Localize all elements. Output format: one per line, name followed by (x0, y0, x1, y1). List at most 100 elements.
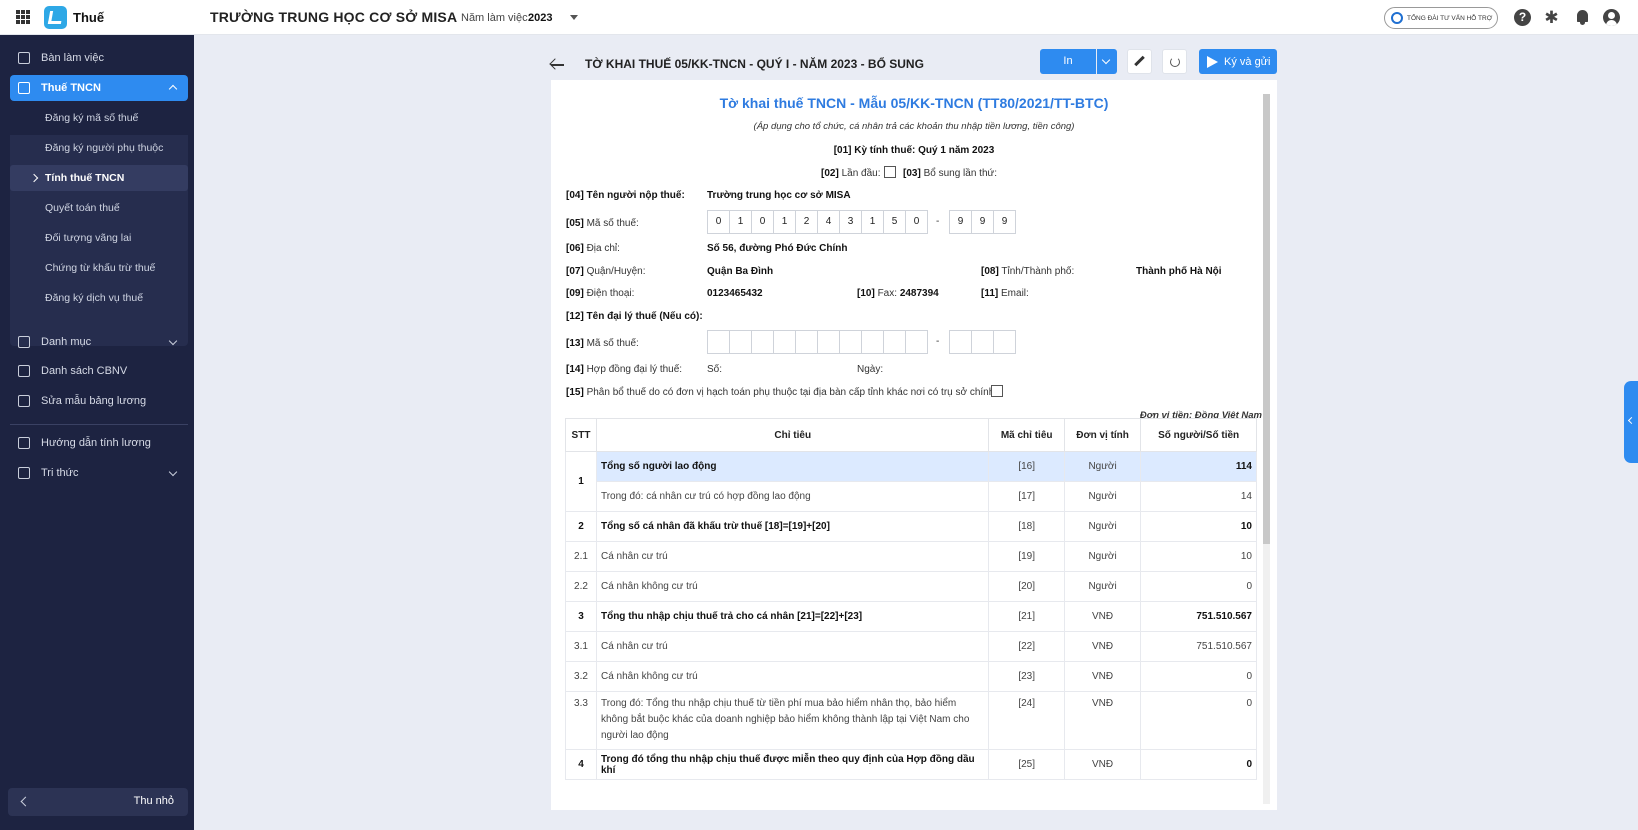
table-row[interactable]: 2.2 Cá nhân không cư trú [20] Người 0 (565, 571, 1257, 602)
tax-code-digit[interactable]: 0 (707, 210, 730, 234)
submenu-item-register-tax-code[interactable]: Đăng ký mã số thuế (10, 105, 188, 131)
row-code: [20] (988, 571, 1065, 602)
tax-code-digit[interactable]: 2 (795, 210, 818, 234)
table-row[interactable]: 4 Trong đó tổng thu nhập chịu thuế được … (565, 749, 1257, 780)
table-row[interactable]: 2.1 Cá nhân cư trú [19] Người 10 (565, 541, 1257, 572)
chevron-down-icon[interactable] (570, 15, 578, 20)
sidebar-item-tax[interactable]: Thuế TNCN (10, 75, 188, 101)
sidebar: Bàn làm việc Thuế TNCN Đăng ký mã số thu… (0, 35, 194, 830)
back-arrow-icon[interactable] (549, 58, 564, 71)
refresh-button[interactable] (1162, 49, 1187, 74)
row-indicator: Cá nhân cư trú (595, 631, 990, 662)
field-label: Lần đầu: (841, 168, 881, 179)
collapse-sidebar-button[interactable]: Thu nhỏ (8, 788, 188, 816)
sign-and-send-button[interactable]: Ký và gửi (1199, 49, 1277, 74)
tax-code-digit[interactable]: 5 (883, 210, 906, 234)
app-name: Thuế (73, 10, 105, 25)
agent-tax-code-suffix-digit[interactable] (949, 330, 972, 354)
row-value[interactable]: 0 (1140, 749, 1257, 780)
tax-code-digit[interactable]: 0 (905, 210, 928, 234)
table-row[interactable]: 3 Tổng thu nhập chịu thuế trả cho cá nhâ… (565, 601, 1257, 632)
agent-tax-code-digit[interactable] (751, 330, 774, 354)
bell-icon[interactable] (1574, 9, 1591, 26)
field-code: [11] (981, 288, 999, 299)
tax-code-digit[interactable]: 3 (839, 210, 862, 234)
print-button[interactable]: In (1040, 49, 1096, 74)
tax-code-suffix-digit[interactable]: 9 (971, 210, 994, 234)
sidebar-item-label: Danh sách CBNV (41, 365, 128, 377)
tax-allocation-checkbox[interactable] (991, 385, 1003, 397)
working-year-select[interactable]: 2023 (528, 12, 552, 24)
sidebar-item-employees[interactable]: Danh sách CBNV (10, 358, 188, 384)
support-hotline-button[interactable]: TỔNG ĐÀI TƯ VẤN HỖ TRỢ (1384, 7, 1498, 29)
row-code: [23] (988, 661, 1065, 692)
settings-doc-icon (18, 395, 30, 407)
row-value[interactable]: 0 (1140, 571, 1257, 602)
agent-tax-code-digit[interactable] (795, 330, 818, 354)
sidebar-item-knowledge[interactable]: Tri thức (10, 460, 188, 486)
submenu-item-tax-service[interactable]: Đăng ký dịch vụ thuế (10, 285, 188, 311)
submenu-item-tax-finalization[interactable]: Quyết toán thuế (10, 195, 188, 221)
column-header: STT (565, 418, 597, 452)
table-row[interactable]: Trong đó: cá nhân cư trú có hợp đồng lao… (566, 481, 1257, 512)
first-time-label: [02] Lần đầu: (821, 168, 881, 179)
scrollbar-thumb[interactable] (1263, 94, 1270, 544)
tax-code-suffix-digit[interactable]: 9 (993, 210, 1016, 234)
sidebar-item-payroll-template[interactable]: Sửa mẫu bảng lương (10, 388, 188, 414)
agent-tax-code-suffix-digit[interactable] (993, 330, 1016, 354)
print-options-button[interactable] (1097, 49, 1117, 74)
row-value[interactable]: 0 (1140, 661, 1257, 692)
row-value[interactable]: 751.510.567 (1140, 601, 1257, 632)
tax-code-digit[interactable]: 1 (773, 210, 796, 234)
sidebar-item-salary-guide[interactable]: Hướng dẫn tính lương (10, 430, 188, 456)
tax-code-suffix-digit[interactable]: 9 (949, 210, 972, 234)
help-icon[interactable]: ? (1514, 9, 1531, 26)
table-row[interactable]: 2 Tổng số cá nhân đã khấu trừ thuế [18]=… (565, 511, 1257, 542)
row-value[interactable]: 10 (1140, 541, 1257, 572)
first-time-checkbox[interactable] (884, 166, 896, 178)
submenu-item-non-resident[interactable]: Đối tượng vãng lai (10, 225, 188, 251)
edit-button[interactable] (1127, 49, 1152, 74)
table-row[interactable]: 1 Tổng số người lao động [16] Người 114 (565, 451, 1257, 512)
row-unit: VNĐ (1063, 601, 1142, 632)
tax-code-digit[interactable]: 4 (817, 210, 840, 234)
supplement-label: [03] Bổ sung lần thứ: (903, 168, 997, 179)
sidebar-item-catalog[interactable]: Danh mục (10, 329, 188, 355)
agent-tax-code-digit[interactable] (839, 330, 862, 354)
row-value[interactable]: 10 (1140, 511, 1257, 542)
field-label: [04] Tên người nộp thuế: (566, 190, 685, 201)
tax-code-digit[interactable]: 0 (751, 210, 774, 234)
row-value[interactable]: 0 (1140, 691, 1257, 750)
agent-tax-code-digit[interactable] (773, 330, 796, 354)
tax-code-digit[interactable]: 1 (861, 210, 884, 234)
agent-tax-code-digit[interactable] (883, 330, 906, 354)
agent-tax-code-digit[interactable] (817, 330, 840, 354)
submenu-item-withholding-vouchers[interactable]: Chứng từ khấu trừ thuế (10, 255, 188, 281)
field-code: [14] (566, 364, 584, 375)
submenu-item-register-dependents[interactable]: Đăng ký người phụ thuộc (10, 135, 188, 161)
table-row[interactable]: 3.1 Cá nhân cư trú [22] VNĐ 751.510.567 (565, 631, 1257, 662)
table-row[interactable]: 3.2 Cá nhân không cư trú [23] VNĐ 0 (565, 661, 1257, 692)
sidebar-item-label: Bàn làm việc (41, 52, 104, 64)
row-value[interactable]: 751.510.567 (1140, 631, 1257, 662)
avatar-icon[interactable] (1603, 9, 1620, 26)
agent-tax-code-digit[interactable] (861, 330, 884, 354)
row-value[interactable]: 14 (1140, 481, 1257, 512)
sidebar-item-workspace[interactable]: Bàn làm việc (10, 45, 188, 71)
submenu-item-calc-tax[interactable]: Tính thuế TNCN (10, 165, 188, 191)
row-value[interactable]: 114 (1140, 451, 1257, 482)
side-panel-toggle[interactable] (1624, 381, 1638, 463)
agent-contract-label: [14] Hợp đồng đại lý thuế: (566, 364, 682, 375)
field-label: Fax: (877, 288, 898, 299)
agent-tax-code-digit[interactable] (729, 330, 752, 354)
agent-tax-code-suffix-digit[interactable] (971, 330, 994, 354)
agent-tax-code-digit[interactable] (707, 330, 730, 354)
gear-icon[interactable]: ✱ (1543, 9, 1560, 26)
agent-tax-code-digit[interactable] (905, 330, 928, 354)
column-header: Số người/Số tiền (1140, 418, 1257, 452)
table-row[interactable]: 3.3 Trong đó: Tổng thu nhập chịu thuế từ… (565, 691, 1257, 750)
app-grid-icon[interactable] (16, 10, 30, 24)
taxpayer-name-label: [04] Tên người nộp thuế: (566, 190, 685, 201)
tax-code-digit[interactable]: 1 (729, 210, 752, 234)
chevron-down-icon (1101, 55, 1111, 65)
